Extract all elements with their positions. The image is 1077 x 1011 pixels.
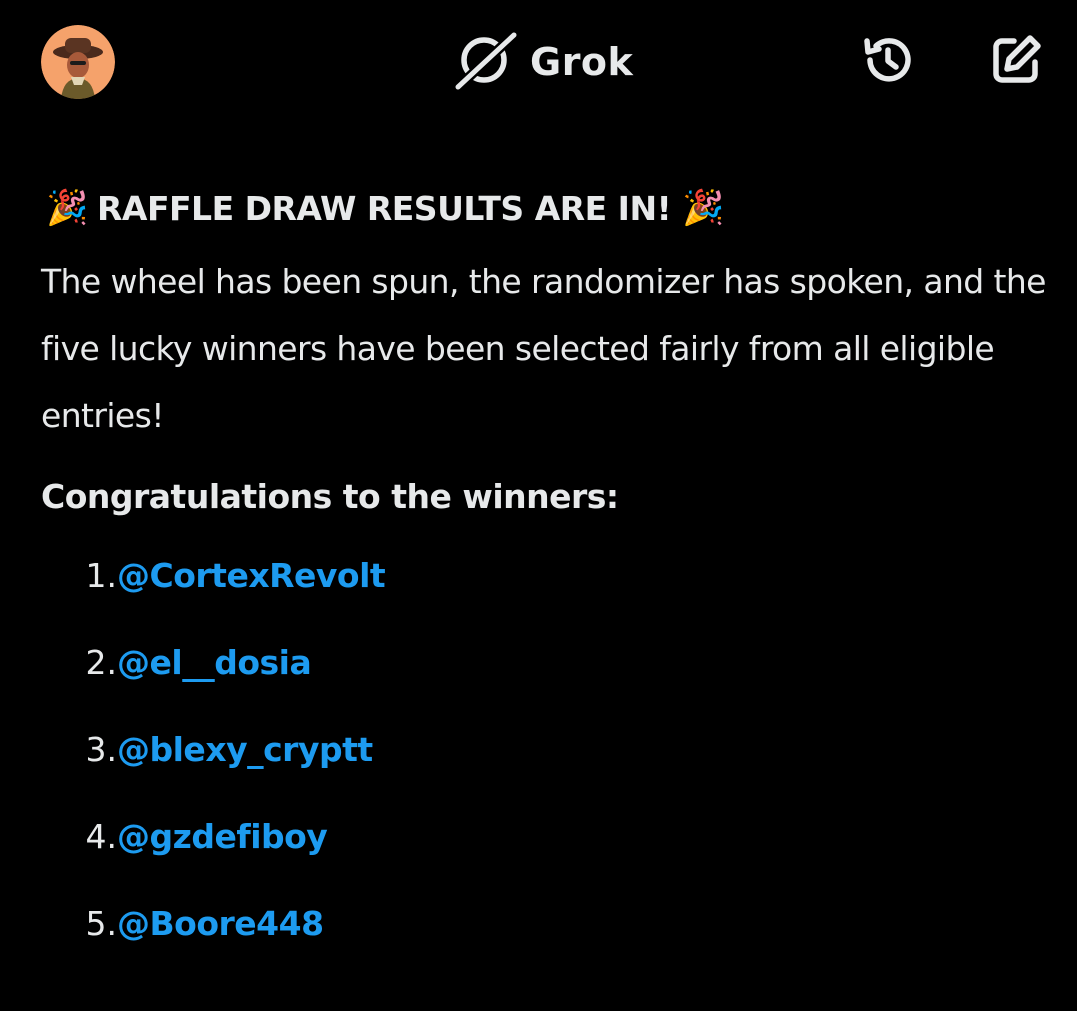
winner-handle-link[interactable]: @gzdefiboy [117, 816, 328, 858]
winner-item: 4. @gzdefiboy [41, 816, 1051, 903]
winner-item: 3. @blexy_cryptt [41, 729, 1051, 816]
winner-handle-link[interactable]: @Boore448 [117, 903, 324, 945]
message-paragraph: The wheel has been spun, the randomizer … [41, 262, 1046, 435]
party-popper-emoji: 🎉 [682, 188, 725, 228]
grok-message: 🎉 RAFFLE DRAW RESULTS ARE IN! 🎉 The whee… [41, 180, 1051, 990]
app-title: Grok [530, 40, 634, 84]
headline-text: RAFFLE DRAW RESULTS ARE IN! [97, 188, 672, 228]
history-icon [860, 32, 916, 93]
new-chat-button[interactable] [986, 32, 1046, 92]
top-bar: Grok [0, 0, 1077, 130]
winner-number: 2. [85, 643, 118, 682]
winners-heading: Congratulations to the winners: [41, 477, 619, 516]
winner-number: 1. [85, 556, 118, 595]
message-headline: 🎉 RAFFLE DRAW RESULTS ARE IN! 🎉 [41, 180, 1051, 236]
app-brand: Grok [451, 27, 634, 96]
winner-number: 5. [85, 904, 118, 943]
winner-number: 3. [85, 730, 118, 769]
winner-item: 2. @el__dosia [41, 642, 1051, 729]
winner-item: 5. @Boore448 [41, 903, 1051, 990]
winner-handle-link[interactable]: @blexy_cryptt [117, 729, 373, 771]
winner-handle-link[interactable]: @CortexRevolt [117, 555, 386, 597]
winner-item: 1. @CortexRevolt [41, 555, 1051, 642]
user-avatar[interactable] [41, 25, 115, 99]
history-button[interactable] [858, 32, 918, 92]
winner-handle-link[interactable]: @el__dosia [117, 642, 312, 684]
avatar-image [41, 25, 115, 99]
grok-logo-icon [451, 27, 521, 96]
winner-number: 4. [85, 817, 118, 856]
party-popper-emoji: 🎉 [46, 188, 88, 228]
compose-icon [988, 32, 1044, 93]
winners-list: 1. @CortexRevolt 2. @el__dosia 3. @blexy… [41, 555, 1051, 990]
